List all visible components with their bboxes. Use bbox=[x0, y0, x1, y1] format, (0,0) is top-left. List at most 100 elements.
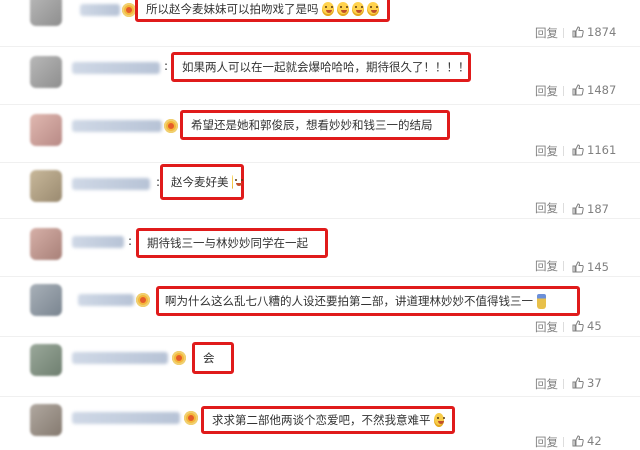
like-count: 187 bbox=[587, 202, 609, 216]
separator bbox=[563, 86, 564, 96]
comment-text: 求求第二部他两谈个恋爱吧，不然我意难平 bbox=[212, 413, 431, 427]
like-button[interactable]: 187 bbox=[572, 202, 609, 216]
comment-text: 期待钱三一与林妙妙同学在一起 bbox=[147, 236, 308, 250]
comment-text: 所以赵今麦妹妹可以拍吻戏了是吗 bbox=[146, 2, 319, 16]
sad-emoji-icon bbox=[433, 413, 444, 427]
username[interactable] bbox=[72, 120, 162, 132]
separator bbox=[563, 203, 564, 213]
thumbs-up-icon bbox=[572, 84, 584, 96]
like-button[interactable]: 42 bbox=[572, 434, 602, 448]
username[interactable] bbox=[78, 294, 134, 306]
thumbs-up-icon bbox=[572, 26, 584, 38]
thumbs-up-icon bbox=[572, 144, 584, 156]
reply-button[interactable]: 回复 bbox=[535, 376, 558, 392]
like-button[interactable]: 37 bbox=[572, 376, 602, 390]
laugh-emoji-icon bbox=[321, 2, 334, 16]
thumbs-up-icon bbox=[572, 320, 584, 332]
avatar[interactable] bbox=[30, 228, 62, 260]
username[interactable] bbox=[80, 4, 120, 16]
comment-row: : 期待钱三一与林妙妙同学在一起 回复 145 bbox=[0, 220, 640, 276]
divider bbox=[0, 396, 640, 397]
like-button[interactable]: 145 bbox=[572, 260, 609, 274]
thumbs-up-icon bbox=[572, 261, 584, 273]
separator bbox=[563, 437, 564, 447]
separator bbox=[563, 146, 564, 156]
avatar[interactable] bbox=[30, 404, 62, 436]
divider bbox=[0, 336, 640, 337]
reply-button[interactable]: 回复 bbox=[535, 25, 558, 41]
comment-text: 啊为什么这么乱七八糟的人设还要拍第二部，讲道理林妙妙不值得钱三一 bbox=[165, 294, 533, 308]
vip-badge-icon bbox=[172, 351, 186, 365]
comment-text: 会 bbox=[203, 351, 215, 365]
like-count: 45 bbox=[587, 319, 602, 333]
reply-button[interactable]: 回复 bbox=[535, 83, 558, 99]
like-button[interactable]: 1161 bbox=[572, 143, 616, 157]
comment-text: 赵今麦好美 bbox=[171, 175, 229, 189]
comment-row: 希望还是她和郭俊辰，想看妙妙和钱三一的结局 回复 1161 bbox=[0, 106, 640, 162]
vip-badge-icon bbox=[184, 411, 198, 425]
comment-text-box: 如果两人可以在一起就会爆哈哈哈，期待很久了！！！！ bbox=[171, 52, 471, 82]
laugh-emoji-icon bbox=[336, 2, 349, 16]
avatar[interactable] bbox=[30, 170, 62, 202]
divider bbox=[0, 276, 640, 277]
comment-text-box: 求求第二部他两谈个恋爱吧，不然我意难平 bbox=[201, 406, 455, 434]
like-count: 1487 bbox=[587, 83, 617, 97]
thumbs-up-icon bbox=[572, 435, 584, 447]
vip-badge-icon bbox=[122, 3, 136, 17]
reply-button[interactable]: 回复 bbox=[535, 258, 558, 274]
separator bbox=[563, 379, 564, 389]
like-count: 42 bbox=[587, 434, 602, 448]
comment-text: 如果两人可以在一起就会爆哈哈哈，期待很久了！！！！ bbox=[182, 60, 470, 74]
vip-badge-icon bbox=[164, 119, 178, 133]
comment-row: : 赵今麦好美 回复 187 bbox=[0, 164, 640, 218]
separator bbox=[563, 322, 564, 332]
laugh-emoji-icon bbox=[351, 2, 364, 16]
avatar[interactable] bbox=[30, 114, 62, 146]
separator bbox=[563, 28, 564, 38]
username[interactable] bbox=[72, 62, 160, 74]
thumbs-up-icon bbox=[572, 377, 584, 389]
divider bbox=[0, 218, 640, 219]
username[interactable] bbox=[72, 236, 124, 248]
avatar[interactable] bbox=[30, 56, 62, 88]
like-count: 1874 bbox=[587, 25, 617, 39]
avatar[interactable] bbox=[30, 344, 62, 376]
reply-button[interactable]: 回复 bbox=[535, 200, 558, 216]
grin-emoji-icon bbox=[231, 175, 239, 189]
like-count: 1161 bbox=[587, 143, 617, 157]
thumbs-up-icon bbox=[572, 203, 584, 215]
comment-text-box: 期待钱三一与林妙妙同学在一起 bbox=[136, 228, 328, 258]
comment-text-box: 希望还是她和郭俊辰，想看妙妙和钱三一的结局 bbox=[180, 110, 450, 140]
comment-text-box: 所以赵今麦妹妹可以拍吻戏了是吗 bbox=[135, 0, 390, 22]
username[interactable] bbox=[72, 412, 180, 424]
comment-row: : 如果两人可以在一起就会爆哈哈哈，期待很久了！！！！ 回复 1487 bbox=[0, 48, 640, 104]
reply-button[interactable]: 回复 bbox=[535, 143, 558, 159]
comment-row: 会 回复 37 bbox=[0, 338, 640, 396]
comment-text-box: 啊为什么这么乱七八糟的人设还要拍第二部，讲道理林妙妙不值得钱三一 bbox=[156, 286, 580, 316]
like-button[interactable]: 45 bbox=[572, 319, 602, 333]
colon: : bbox=[164, 59, 169, 73]
reply-button[interactable]: 回复 bbox=[535, 319, 558, 335]
avatar[interactable] bbox=[30, 284, 62, 316]
divider bbox=[0, 162, 640, 163]
separator bbox=[563, 261, 564, 271]
like-count: 145 bbox=[587, 260, 609, 274]
reply-button[interactable]: 回复 bbox=[535, 434, 558, 450]
comment-row: 啊为什么这么乱七八糟的人设还要拍第二部，讲道理林妙妙不值得钱三一 回复 45 bbox=[0, 278, 640, 336]
comment-text-box: 会 bbox=[192, 342, 234, 374]
username[interactable] bbox=[72, 352, 168, 364]
vip-badge-icon bbox=[136, 293, 150, 307]
like-button[interactable]: 1874 bbox=[572, 25, 616, 39]
divider bbox=[0, 104, 640, 105]
colon: : bbox=[128, 234, 133, 248]
like-count: 37 bbox=[587, 376, 602, 390]
comment-text-box: 赵今麦好美 bbox=[160, 164, 244, 200]
bottle-emoji-icon bbox=[537, 293, 546, 309]
comment-text: 希望还是她和郭俊辰，想看妙妙和钱三一的结局 bbox=[191, 118, 433, 132]
avatar[interactable] bbox=[30, 0, 62, 26]
comment-row: 求求第二部他两谈个恋爱吧，不然我意难平 回复 42 bbox=[0, 398, 640, 450]
divider bbox=[0, 46, 640, 47]
laugh-emoji-icon bbox=[366, 2, 379, 16]
username[interactable] bbox=[72, 178, 150, 190]
like-button[interactable]: 1487 bbox=[572, 83, 616, 97]
